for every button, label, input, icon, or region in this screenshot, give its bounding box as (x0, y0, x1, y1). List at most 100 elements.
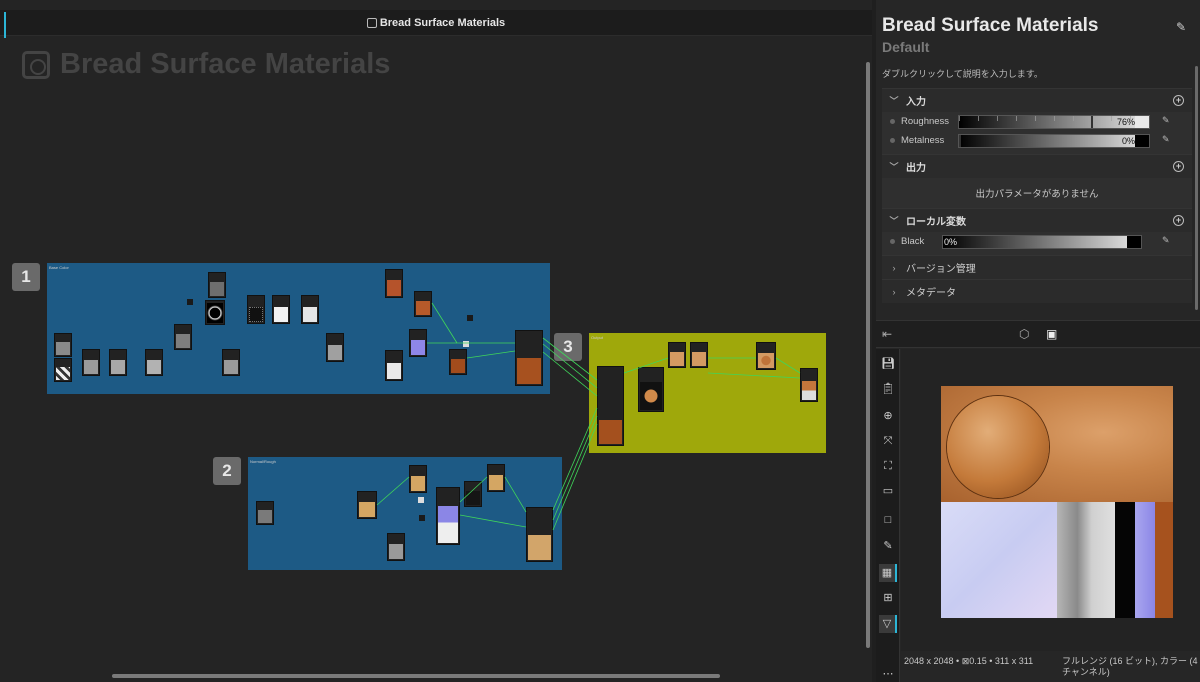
roughness-value[interactable]: 76% (1117, 117, 1135, 127)
graph-node[interactable] (463, 341, 469, 347)
graph-horizontal-scrollbar[interactable] (112, 674, 720, 678)
add-local-button[interactable]: + (1173, 215, 1184, 226)
graph-node[interactable] (54, 333, 72, 357)
image-icon[interactable]: ▣ (1046, 327, 1057, 341)
black-slider[interactable]: 0% (942, 234, 1142, 249)
graph-node[interactable] (205, 300, 225, 325)
more-icon[interactable]: ⋯ (879, 665, 897, 682)
section-inputs-header[interactable]: ﹀ 入力 + (882, 88, 1192, 112)
frame-icon[interactable]: ⛶ (879, 457, 897, 475)
graph-node[interactable] (82, 349, 100, 376)
graph-node[interactable] (256, 501, 274, 525)
section-locals-label: ローカル変数 (906, 217, 966, 228)
pencil-icon[interactable]: ✎ (1162, 115, 1170, 126)
graph-node[interactable] (487, 464, 505, 492)
normal-strip-texture (1135, 502, 1155, 618)
graph-node[interactable] (187, 299, 193, 305)
graph-node[interactable] (387, 533, 405, 561)
metalness-value[interactable]: 0% (1122, 136, 1135, 146)
metalness-slider[interactable]: 0% (958, 133, 1150, 148)
graph-tab[interactable]: Bread Surface Materials (0, 10, 872, 38)
pen-icon[interactable]: ✎ (879, 537, 897, 555)
clipboard-icon[interactable]: 📋︎ (879, 380, 897, 398)
graph-node[interactable] (54, 358, 72, 382)
back-icon[interactable]: ⇤ (882, 327, 892, 341)
target-icon[interactable]: ⊕ (879, 407, 897, 425)
graph-node[interactable] (800, 368, 818, 402)
graph-node[interactable] (668, 342, 686, 368)
graph-logo-icon (22, 50, 50, 79)
graph-node[interactable] (515, 330, 543, 386)
chevron-right-icon: › (892, 286, 896, 297)
status-resolution: 2048 x 2048 • ⊠0.15 • 311 x 311 (904, 656, 1034, 666)
graph-node[interactable] (414, 291, 432, 317)
grid-icon[interactable]: ⊞ (879, 589, 897, 607)
graph-node[interactable] (247, 295, 265, 324)
graph-view[interactable]: Bread Surface Materials Bread Surface Ma… (0, 0, 872, 682)
edit-icon[interactable]: ✎ (1176, 20, 1186, 34)
pencil-icon[interactable]: ✎ (1162, 235, 1170, 246)
roughness-slider[interactable]: 76% (958, 114, 1150, 129)
black-value[interactable]: 0% (944, 237, 957, 247)
texture-preview (941, 386, 1173, 618)
pencil-icon[interactable]: ✎ (1162, 134, 1170, 145)
chevron-down-icon: ﹀ (889, 216, 899, 226)
graph-node[interactable] (208, 272, 226, 298)
frame-label: Normal/Rough (250, 459, 276, 464)
add-input-button[interactable]: + (1173, 95, 1184, 106)
section-locals-header[interactable]: ﹀ ローカル変数 + (882, 208, 1192, 232)
graph-node[interactable] (449, 349, 467, 375)
graph-node[interactable] (436, 487, 460, 545)
param-name: Metalness (901, 135, 945, 146)
graph-node[interactable] (145, 349, 163, 376)
slider-knob[interactable] (959, 134, 961, 147)
section-version-header[interactable]: › バージョン管理 (882, 255, 1192, 279)
panel-scrollbar[interactable] (1195, 66, 1198, 310)
fit-icon[interactable]: ⤧ (879, 432, 897, 450)
graph-node[interactable] (222, 349, 240, 376)
save-icon[interactable]: 💾︎ (879, 355, 897, 373)
graph-node[interactable] (109, 349, 127, 376)
graph-node[interactable] (526, 507, 553, 562)
texture-viewport[interactable] (901, 349, 1200, 651)
graph-node[interactable] (326, 333, 344, 362)
section-outputs-header[interactable]: ﹀ 出力 + (882, 154, 1192, 178)
slider-knob[interactable] (1091, 115, 1093, 128)
section-outputs-label: 出力 (906, 163, 926, 174)
filter-icon[interactable]: ▽ (879, 615, 897, 633)
graph-tab-title: Bread Surface Materials (379, 16, 506, 29)
graph-node[interactable] (385, 269, 403, 298)
graph-node[interactable] (357, 491, 377, 519)
section-metadata-header[interactable]: › メタデータ (882, 279, 1192, 303)
graph-node[interactable] (418, 497, 424, 503)
description-field[interactable]: ダブルクリックして説明を入力します。 (882, 67, 1043, 80)
frame-base-color[interactable]: Base Color (47, 263, 550, 394)
graph-vertical-scrollbar[interactable] (866, 62, 870, 648)
frame-label: Output (591, 335, 604, 340)
graph-node[interactable] (301, 295, 319, 324)
basecolor-texture (941, 386, 1173, 502)
graph-node[interactable] (409, 329, 427, 357)
graph-node[interactable] (756, 342, 776, 370)
graph-node[interactable] (638, 367, 664, 412)
graph-node[interactable] (464, 481, 482, 507)
graph-node[interactable] (385, 350, 403, 381)
viewer-tabs: ⇤ ⬡ ▣ (876, 320, 1200, 348)
frame-number-2[interactable]: 2 (213, 457, 241, 485)
checker-icon[interactable]: ▦ (879, 564, 897, 582)
ruler-icon[interactable]: ▭ (879, 482, 897, 500)
graph-node[interactable] (419, 515, 425, 521)
frame-number-1[interactable]: 1 (12, 263, 40, 291)
graph-node[interactable] (409, 465, 427, 493)
frame-normal-rough[interactable]: Normal/Rough (248, 457, 562, 570)
frame-number-3[interactable]: 3 (554, 333, 582, 361)
cube-icon[interactable]: ⬡ (1019, 327, 1029, 341)
graph-node[interactable] (174, 324, 192, 350)
graph-node[interactable] (597, 366, 624, 446)
square-icon[interactable]: □ (879, 511, 897, 529)
add-output-button[interactable]: + (1173, 161, 1184, 172)
frame-output[interactable]: Output (589, 333, 826, 453)
graph-node[interactable] (467, 315, 473, 321)
graph-node[interactable] (272, 295, 290, 324)
graph-node[interactable] (690, 342, 708, 368)
